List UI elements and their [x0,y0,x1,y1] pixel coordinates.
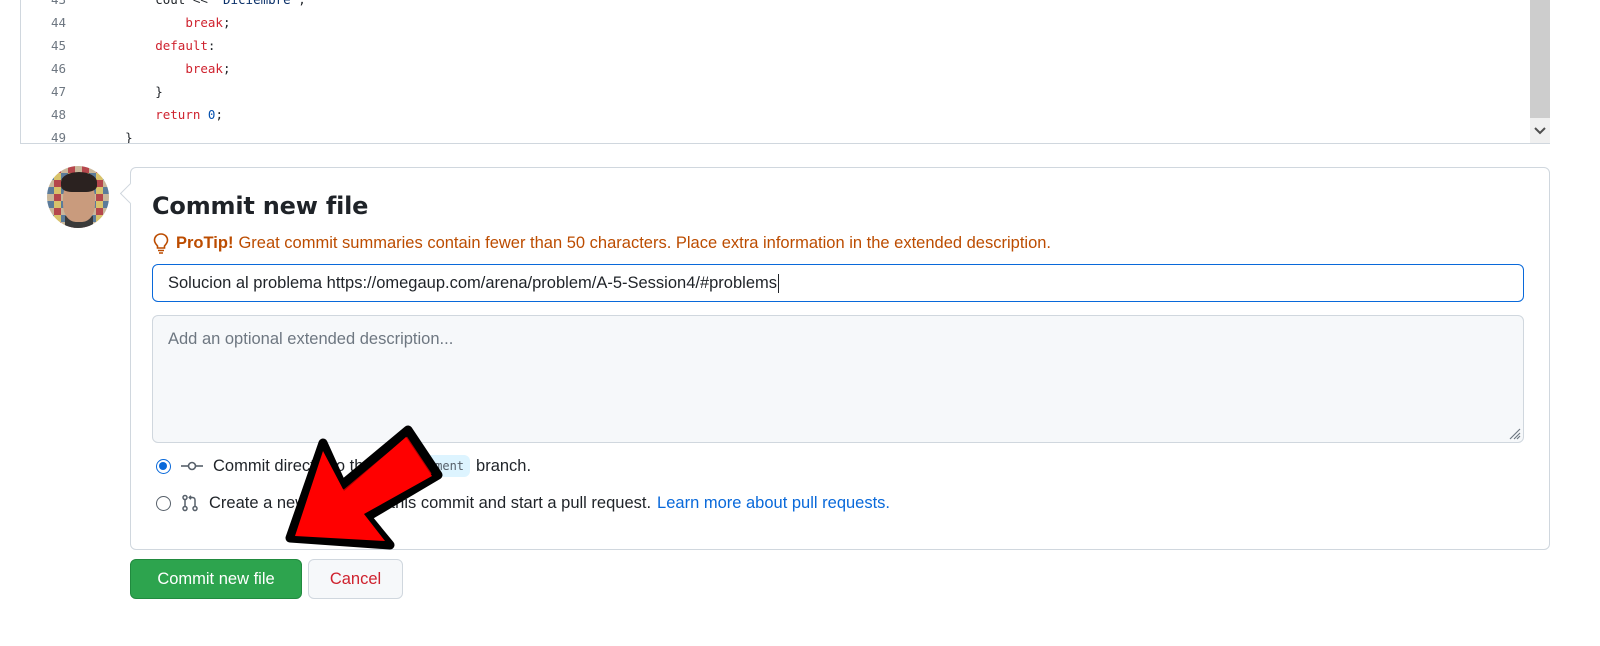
code-token: ; [222,61,231,76]
radio-new-branch[interactable] [156,495,171,511]
commit-title: Commit new file [152,192,369,220]
protip-label: ProTip! [176,233,234,252]
option-commit-prefix: Commit directly to the [213,456,373,475]
option-commit-suffix: branch. [476,456,532,475]
code-token: cout << [155,0,215,7]
code-token: break [185,61,223,76]
line-number: 46 [51,61,67,76]
git-commit-icon [181,459,203,473]
line-number: 44 [51,15,67,30]
option-new-branch-text: Create a new branch for this commit and … [209,493,652,512]
line-number: 43 [51,0,91,11]
line-number: 48 [51,107,67,122]
scrollbar-thumb[interactable] [1530,0,1550,118]
code-text: break; [95,57,230,80]
code-text: } [95,126,133,144]
radio-commit-directly[interactable] [156,458,171,474]
light-bulb-icon [153,233,169,254]
code-token: ; [222,15,231,30]
option-new-branch[interactable]: Create a new branch for this commit and … [156,491,890,515]
code-token: : [207,38,216,53]
chevron-down-icon[interactable] [1530,119,1550,143]
scrollbar[interactable] [1530,0,1550,143]
code-text: cout << "Diciembre"; [95,0,306,11]
code-token: ; [215,107,223,122]
cancel-button[interactable]: Cancel [308,559,403,599]
commit-new-file-button[interactable]: Commit new file [130,559,302,599]
line-number: 49 [51,130,67,144]
avatar[interactable] [47,166,109,228]
code-text: default: [95,34,215,57]
commit-form: Commit new file ProTip! Great commit sum… [130,167,1550,550]
code-token: return [155,107,201,122]
line-number: 45 [51,38,67,53]
code-token: default [155,38,208,53]
branch-name-badge: development [378,455,471,477]
code-token: ; [298,0,306,7]
code-text: } [95,80,163,103]
code-viewer: 43 cout << "Diciembre"; 44 break; 45 defau… [20,0,1550,144]
code-text: break; [95,11,230,34]
git-pull-request-icon [181,494,199,512]
code-text: return 0; [95,103,223,126]
text-caret [778,274,779,294]
option-commit-directly[interactable]: Commit directly to the development branc… [156,454,531,478]
code-token: break [185,15,223,30]
resize-handle-icon[interactable] [1507,426,1521,440]
protip: ProTip! Great commit summaries contain f… [152,232,1051,254]
line-number: 47 [51,84,67,99]
avatar-hair [61,172,97,192]
commit-summary-input[interactable]: Solucion al problema https://omegaup.com… [152,264,1524,302]
protip-text: Great commit summaries contain fewer tha… [238,233,1052,252]
code-token: "Diciembre" [215,0,298,7]
commit-description-placeholder: Add an optional extended description... [168,330,454,348]
code-token: } [155,84,163,99]
commit-summary-value: Solucion al problema https://omegaup.com… [168,274,777,292]
commit-description-input[interactable]: Add an optional extended description... [152,315,1524,443]
learn-more-pull-requests-link[interactable]: Learn more about pull requests. [657,494,890,513]
code-token: } [125,130,133,144]
